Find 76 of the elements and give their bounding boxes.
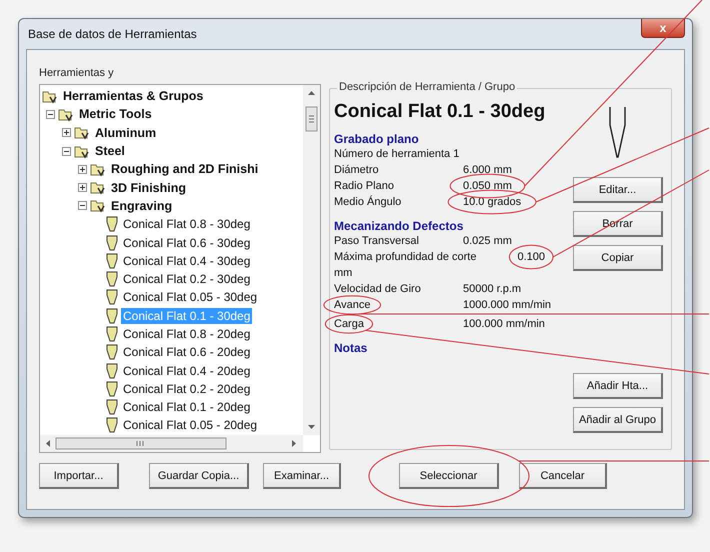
tree-item[interactable]: Conical Flat 0.6 - 30deg — [121, 234, 252, 251]
horizontal-scrollbar[interactable] — [40, 435, 303, 452]
tree-item[interactable]: Herramientas & Grupos — [61, 88, 206, 104]
section-heading: Grabado plano — [334, 132, 420, 146]
property-label: Máxima profundidad de corte — [334, 251, 476, 263]
tool-bit-icon — [106, 216, 118, 232]
tree-item[interactable]: Conical Flat 0.1 - 20deg — [121, 399, 252, 416]
tool-bit-icon — [106, 289, 118, 306]
tool-bit-icon — [106, 362, 118, 379]
tree-item[interactable]: Conical Flat 0.2 - 30deg — [121, 271, 252, 288]
tree-item[interactable]: Aluminum — [93, 124, 158, 141]
tool-bit-icon — [106, 344, 118, 360]
tree-item[interactable]: Steel — [93, 143, 127, 160]
section-heading: Mecanizando Defectos — [334, 219, 464, 233]
tool-bit-icon — [106, 308, 118, 324]
dialog-button[interactable]: Editar... — [573, 177, 663, 203]
tree-item[interactable]: Engraving — [109, 198, 174, 214]
dialog-button[interactable]: Seleccionar — [399, 463, 499, 489]
property-value: 1000.000 mm/min — [463, 298, 552, 313]
tree-item[interactable]: Metric Tools — [77, 106, 154, 122]
tree-item[interactable]: 3D Finishing — [109, 180, 188, 196]
group-legend: Descripción de Herramienta / Grupo — [337, 81, 518, 93]
section-heading: Notas — [334, 341, 368, 355]
folder-icon — [42, 88, 58, 104]
folder-icon — [90, 180, 106, 196]
folder-icon — [58, 106, 74, 122]
tool-title: Conical Flat 0.1 - 30deg — [334, 101, 546, 123]
property-value: 6.000 mm — [463, 163, 512, 178]
property-value: 0.050 mm — [463, 179, 512, 194]
dialog-button[interactable]: Examinar... — [263, 463, 341, 489]
dialog-button[interactable]: Cancelar — [519, 463, 607, 489]
property-label: Avance — [334, 299, 370, 311]
folder-icon — [90, 162, 106, 177]
tree-item[interactable]: Conical Flat 0.8 - 20deg — [121, 326, 252, 342]
dialog-button[interactable]: Añadir Hta... — [573, 373, 663, 399]
window-title: Base de datos de Herramientas — [27, 27, 197, 41]
tree-item[interactable]: Conical Flat 0.05 - 20deg — [121, 417, 260, 434]
property-label: Número de herramienta 1 — [334, 148, 460, 160]
annotation-ellipse — [323, 295, 382, 315]
annotation-ellipse — [324, 314, 374, 334]
tool-bit-icon — [106, 326, 118, 342]
group-label: Herramientas y — [39, 67, 115, 79]
property-label: Radio Plano — [334, 180, 394, 192]
property-value: 0.100 — [517, 250, 545, 265]
property-value: 50000 r.p.m — [463, 282, 522, 297]
dialog-button[interactable]: Importar... — [39, 463, 119, 489]
tree-item[interactable]: Roughing and 2D Finishi — [109, 161, 260, 178]
tool-bit-icon — [106, 417, 118, 434]
tree-item[interactable]: Conical Flat 0.8 - 30deg — [121, 216, 252, 232]
dialog-button[interactable]: Guardar Copia... — [149, 463, 249, 489]
property-label: Velocidad de Giro — [334, 283, 421, 295]
tool-bit-icon — [106, 252, 118, 269]
tree-item[interactable]: Conical Flat 0.4 - 30deg — [121, 252, 252, 269]
tree-item[interactable]: Conical Flat 0.4 - 20deg — [121, 362, 252, 379]
tree-item[interactable]: Conical Flat 0.6 - 20deg — [121, 344, 252, 360]
vertical-scrollbar[interactable] — [303, 85, 320, 435]
tree-item[interactable]: Conical Flat 0.2 - 20deg — [121, 380, 252, 397]
property-label: Carga — [334, 318, 364, 330]
property-label: Medio Ángulo — [334, 196, 402, 208]
tree-item[interactable]: Conical Flat 0.05 - 30deg — [121, 289, 260, 306]
folder-icon — [74, 125, 90, 140]
tool-bit-icon — [106, 234, 118, 251]
property-label: Diámetro — [334, 164, 379, 176]
folder-icon — [74, 144, 90, 159]
property-label: mm — [334, 267, 352, 279]
annotation-ellipse — [508, 244, 554, 270]
folder-icon — [90, 198, 106, 214]
tool-bit-icon — [106, 271, 118, 288]
property-label: Paso Transversal — [334, 235, 419, 247]
dialog-button[interactable]: Copiar — [573, 245, 663, 271]
property-value: 100.000 mm/min — [463, 317, 545, 332]
dialog-button[interactable]: Añadir al Grupo — [573, 407, 663, 433]
tool-bit-icon — [106, 399, 118, 416]
property-value: 0.025 mm — [463, 234, 512, 249]
property-value: 10.0 grados — [463, 195, 522, 210]
tool-bit-icon — [106, 380, 118, 397]
